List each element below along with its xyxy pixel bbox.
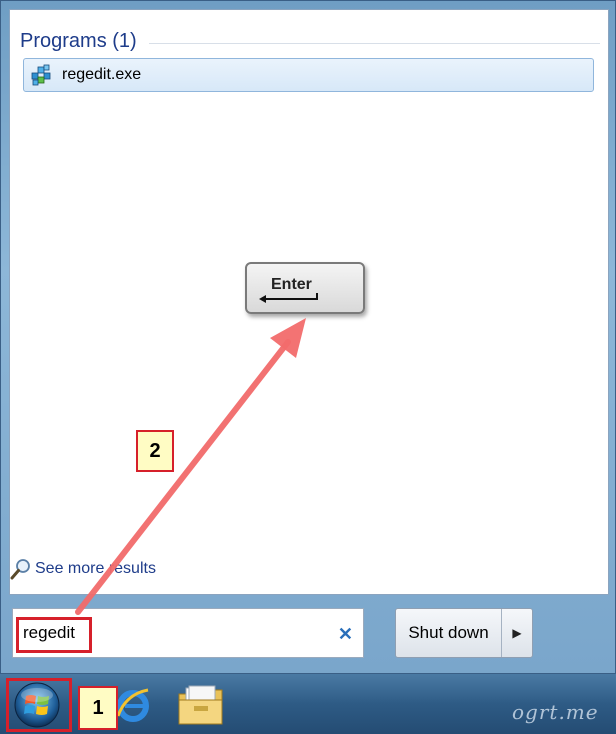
magnifier-icon bbox=[10, 558, 32, 580]
see-more-results-link[interactable]: See more results bbox=[10, 558, 156, 580]
header-divider bbox=[148, 43, 600, 44]
programs-title: Programs (1) bbox=[20, 30, 137, 52]
step-2-badge: 2 bbox=[136, 430, 174, 472]
triangle-right-icon[interactable]: ▶ bbox=[502, 609, 532, 657]
search-highlight-box bbox=[16, 617, 92, 653]
start-button-highlight bbox=[6, 678, 72, 732]
see-more-label: See more results bbox=[35, 560, 156, 577]
clear-icon[interactable]: ✕ bbox=[338, 625, 353, 643]
shutdown-label[interactable]: Shut down bbox=[396, 609, 502, 657]
windows-explorer-icon[interactable] bbox=[176, 684, 226, 728]
result-item-regedit[interactable]: regedit.exe bbox=[23, 58, 594, 92]
registry-editor-icon bbox=[30, 63, 54, 87]
enter-key-illustration: Enter bbox=[245, 262, 365, 314]
internet-explorer-icon[interactable] bbox=[116, 684, 150, 724]
return-arrow-icon bbox=[259, 293, 318, 303]
shutdown-button[interactable]: Shut down ▶ bbox=[395, 608, 533, 658]
result-item-label: regedit.exe bbox=[62, 66, 142, 83]
watermark: ogrt.me bbox=[512, 700, 599, 724]
programs-header: Programs (1) bbox=[20, 30, 600, 53]
step-1-badge: 1 bbox=[78, 686, 118, 730]
